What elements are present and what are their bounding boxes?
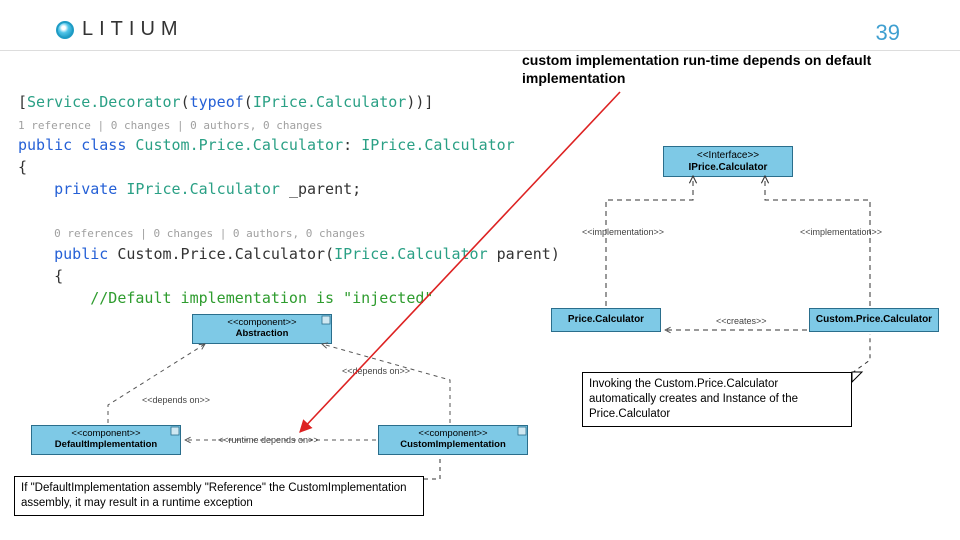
- code-t: (: [181, 93, 190, 111]
- codelens: 0 references | 0 changes | 0 authors, 0 …: [54, 227, 365, 240]
- code-t: _parent;: [289, 180, 361, 198]
- code-t: Custom.Price.Calculator: [117, 245, 325, 263]
- box-custom-price-calculator: Custom.Price.Calculator: [809, 308, 939, 332]
- code-t: IPrice.Calculator: [361, 136, 515, 154]
- box-default-impl: <<component>> DefaultImplementation: [31, 425, 181, 455]
- code-t: ))]: [406, 93, 433, 111]
- code-t: private: [54, 180, 117, 198]
- brand-name: LITIUM: [82, 18, 184, 41]
- box-title: CustomImplementation: [383, 440, 523, 451]
- box-price-calculator: Price.Calculator: [551, 308, 661, 332]
- caption: custom implementation run-time depends o…: [522, 52, 892, 87]
- code-t: class: [81, 136, 126, 154]
- box-title: Price.Calculator: [556, 314, 656, 326]
- header-divider: [0, 50, 960, 51]
- code-t: :: [343, 136, 361, 154]
- box-custom-impl: <<component>> CustomImplementation: [378, 425, 528, 455]
- code-t: typeof: [190, 93, 244, 111]
- code-t: {: [18, 158, 27, 176]
- label-creates: <<creates>>: [716, 316, 767, 326]
- header: LITIUM: [56, 18, 184, 41]
- box-title: IPrice.Calculator: [668, 162, 788, 174]
- code-t: public: [54, 245, 108, 263]
- code-t: public: [18, 136, 72, 154]
- box-title: Abstraction: [197, 329, 327, 340]
- label-depends-left: <<depends on>>: [142, 395, 210, 405]
- code-t: Service.Decorator: [27, 93, 181, 111]
- label-runtime-depends: <<runtime depends on>>: [218, 435, 319, 445]
- code-t: Custom.Price.Calculator: [135, 136, 343, 154]
- code-comment: //Default implementation is "injected": [90, 289, 433, 307]
- code-t: (: [244, 93, 253, 111]
- box-title: DefaultImplementation: [36, 440, 176, 451]
- logo-icon: [56, 21, 74, 39]
- code-t: {: [54, 267, 63, 285]
- label-depends-right: <<depends on>>: [342, 366, 410, 376]
- box-title: Custom.Price.Calculator: [814, 314, 934, 326]
- box-interface: <<Interface>> IPrice.Calculator: [663, 146, 793, 177]
- code-t: (: [325, 245, 334, 263]
- label-implementation-right: <<implementation>>: [800, 227, 882, 237]
- note-bottom: If "DefaultImplementation assembly "Refe…: [14, 476, 424, 516]
- box-abstraction: <<component>> Abstraction: [192, 314, 332, 344]
- code-t: IPrice.Calculator: [126, 180, 280, 198]
- page-number: 39: [876, 20, 900, 46]
- code-t: IPrice.Calculator: [334, 245, 488, 263]
- code-block: [Service.Decorator(typeof(IPrice.Calcula…: [18, 70, 560, 309]
- code-t: IPrice.Calculator: [253, 93, 407, 111]
- code-t: [: [18, 93, 27, 111]
- codelens: 1 reference | 0 changes | 0 authors, 0 c…: [18, 119, 323, 132]
- stereotype: <<Interface>>: [668, 150, 788, 162]
- label-implementation-left: <<implementation>>: [582, 227, 664, 237]
- code-t: ): [551, 245, 560, 263]
- note-right: Invoking the Custom.Price.Calculator aut…: [582, 372, 852, 427]
- code-t: parent: [497, 245, 551, 263]
